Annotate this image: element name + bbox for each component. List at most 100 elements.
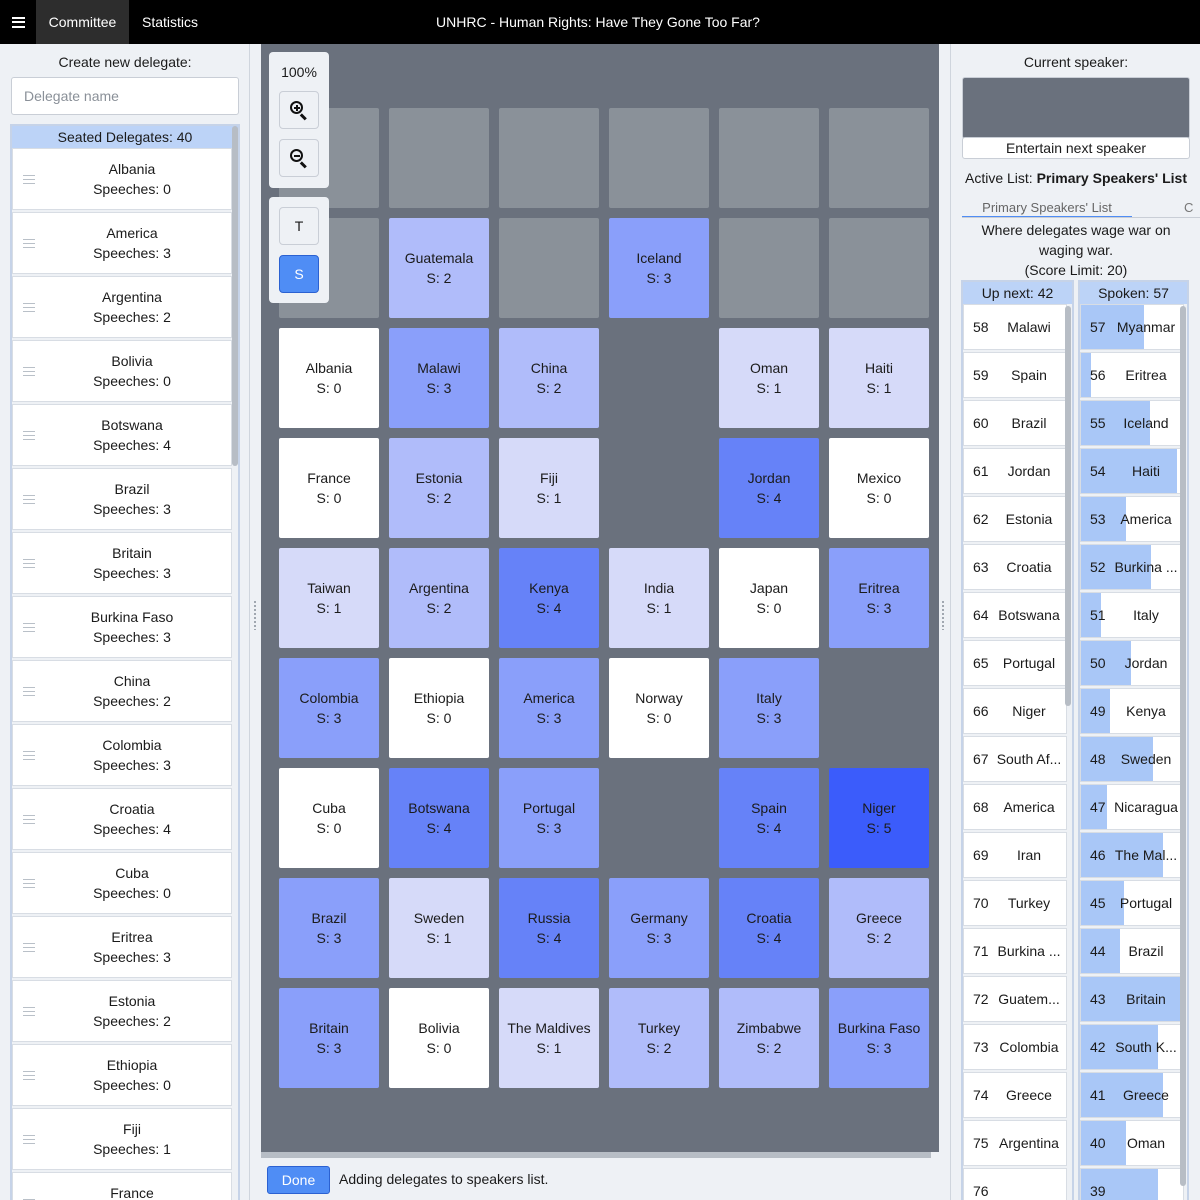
seated-list-scrollbar[interactable] — [232, 126, 238, 466]
seat-card[interactable]: Sweden S: 1 — [389, 878, 489, 978]
drag-handle-icon[interactable] — [23, 367, 35, 376]
seat-card[interactable]: Russia S: 4 — [499, 878, 599, 978]
spoken-item[interactable]: 46 The Mal... — [1080, 832, 1184, 878]
delegate-name-input[interactable] — [11, 77, 239, 115]
up-next-scrollbar[interactable] — [1065, 306, 1071, 706]
zoom-out-button[interactable] — [279, 139, 319, 177]
seat-card[interactable]: Malawi S: 3 — [389, 328, 489, 428]
spoken-item[interactable]: 49 Kenya — [1080, 688, 1184, 734]
up-next-item[interactable]: 65 Portugal — [963, 640, 1067, 686]
seat-card[interactable]: Jordan S: 4 — [719, 438, 819, 538]
seat-card[interactable]: Haiti S: 1 — [829, 328, 929, 428]
drag-handle-icon[interactable] — [23, 815, 35, 824]
seat-card[interactable]: Germany S: 3 — [609, 878, 709, 978]
seated-delegate-item[interactable]: Botswana Speeches: 4 — [12, 404, 232, 466]
empty-seat[interactable] — [719, 218, 819, 318]
seat-card[interactable]: Colombia S: 3 — [279, 658, 379, 758]
spoken-item[interactable]: 41 Greece — [1080, 1072, 1184, 1118]
up-next-item[interactable]: 76 — [963, 1168, 1067, 1200]
empty-seat[interactable] — [719, 108, 819, 208]
drag-handle-icon[interactable] — [23, 495, 35, 504]
seat-card[interactable]: Bolivia S: 0 — [389, 988, 489, 1088]
seat-card[interactable]: America S: 3 — [499, 658, 599, 758]
seat-card[interactable]: Zimbabwe S: 2 — [719, 988, 819, 1088]
spoken-item[interactable]: 45 Portugal — [1080, 880, 1184, 926]
drag-handle-icon[interactable] — [23, 1135, 35, 1144]
seated-delegate-item[interactable]: Fiji Speeches: 1 — [12, 1108, 232, 1170]
seat-card[interactable]: Norway S: 0 — [609, 658, 709, 758]
spoken-item[interactable]: 53 America — [1080, 496, 1184, 542]
spoken-item[interactable]: 44 Brazil — [1080, 928, 1184, 974]
seated-delegate-item[interactable]: Bolivia Speeches: 0 — [12, 340, 232, 402]
spoken-item[interactable]: 57 Myanmar — [1080, 304, 1184, 350]
seating-chart-scrollbar[interactable] — [261, 1152, 931, 1158]
left-splitter-handle[interactable] — [253, 600, 257, 630]
done-button[interactable]: Done — [267, 1166, 330, 1194]
seated-delegate-item[interactable]: Eritrea Speeches: 3 — [12, 916, 232, 978]
empty-seat[interactable] — [609, 108, 709, 208]
seated-delegate-item[interactable]: Albania Speeches: 0 — [12, 148, 232, 210]
spoken-item[interactable]: 42 South K... — [1080, 1024, 1184, 1070]
mode-s-button[interactable]: S — [279, 255, 319, 293]
up-next-item[interactable]: 74 Greece — [963, 1072, 1067, 1118]
spoken-item[interactable]: 48 Sweden — [1080, 736, 1184, 782]
seat-card[interactable]: China S: 2 — [499, 328, 599, 428]
seat-card[interactable]: Burkina Faso S: 3 — [829, 988, 929, 1088]
seat-card[interactable]: Fiji S: 1 — [499, 438, 599, 538]
drag-handle-icon[interactable] — [23, 303, 35, 312]
spoken-item[interactable]: 52 Burkina ... — [1080, 544, 1184, 590]
seated-delegate-item[interactable]: China Speeches: 2 — [12, 660, 232, 722]
up-next-item[interactable]: 61 Jordan — [963, 448, 1067, 494]
up-next-item[interactable]: 62 Estonia — [963, 496, 1067, 542]
spoken-item[interactable]: 54 Haiti — [1080, 448, 1184, 494]
seat-card[interactable]: Taiwan S: 1 — [279, 548, 379, 648]
tab-committee[interactable]: Committee — [36, 0, 129, 44]
empty-seat[interactable] — [389, 108, 489, 208]
seated-delegate-item[interactable]: Ethiopia Speeches: 0 — [12, 1044, 232, 1106]
seat-card[interactable]: Mexico S: 0 — [829, 438, 929, 538]
tab-other-list[interactable]: C — [1184, 200, 1193, 215]
seat-card[interactable]: Guatemala S: 2 — [389, 218, 489, 318]
seat-card[interactable]: Japan S: 0 — [719, 548, 819, 648]
spoken-item[interactable]: 40 Oman — [1080, 1120, 1184, 1166]
spoken-item[interactable]: 39 — [1080, 1168, 1184, 1200]
right-splitter-handle[interactable] — [941, 600, 945, 630]
drag-handle-icon[interactable] — [23, 879, 35, 888]
seat-card[interactable]: Portugal S: 3 — [499, 768, 599, 868]
drag-handle-icon[interactable] — [23, 623, 35, 632]
drag-handle-icon[interactable] — [23, 1007, 35, 1016]
drag-handle-icon[interactable] — [23, 559, 35, 568]
seated-delegate-item[interactable]: Croatia Speeches: 4 — [12, 788, 232, 850]
mode-t-button[interactable]: T — [279, 207, 319, 245]
spoken-item[interactable]: 55 Iceland — [1080, 400, 1184, 446]
up-next-item[interactable]: 67 South Af... — [963, 736, 1067, 782]
drag-handle-icon[interactable] — [23, 751, 35, 760]
seated-delegate-item[interactable]: Estonia Speeches: 2 — [12, 980, 232, 1042]
up-next-item[interactable]: 69 Iran — [963, 832, 1067, 878]
seat-card[interactable]: Albania S: 0 — [279, 328, 379, 428]
spoken-scrollbar[interactable] — [1180, 306, 1186, 1186]
seat-card[interactable]: Estonia S: 2 — [389, 438, 489, 538]
hamburger-menu-icon[interactable] — [0, 0, 36, 44]
seat-card[interactable]: Niger S: 5 — [829, 768, 929, 868]
up-next-item[interactable]: 63 Croatia — [963, 544, 1067, 590]
up-next-item[interactable]: 68 America — [963, 784, 1067, 830]
tab-primary-speakers-list[interactable]: Primary Speakers' List — [962, 200, 1132, 217]
up-next-item[interactable]: 70 Turkey — [963, 880, 1067, 926]
up-next-item[interactable]: 72 Guatem... — [963, 976, 1067, 1022]
up-next-item[interactable]: 60 Brazil — [963, 400, 1067, 446]
seat-card[interactable]: Cuba S: 0 — [279, 768, 379, 868]
drag-handle-icon[interactable] — [23, 1071, 35, 1080]
drag-handle-icon[interactable] — [23, 239, 35, 248]
spoken-item[interactable]: 47 Nicaragua — [1080, 784, 1184, 830]
seated-delegate-item[interactable]: Burkina Faso Speeches: 3 — [12, 596, 232, 658]
seat-card[interactable]: Britain S: 3 — [279, 988, 379, 1088]
seat-card[interactable]: Kenya S: 4 — [499, 548, 599, 648]
spoken-item[interactable]: 51 Italy — [1080, 592, 1184, 638]
spoken-item[interactable]: 43 Britain — [1080, 976, 1184, 1022]
seat-card[interactable]: Croatia S: 4 — [719, 878, 819, 978]
up-next-item[interactable]: 71 Burkina ... — [963, 928, 1067, 974]
drag-handle-icon[interactable] — [23, 687, 35, 696]
empty-seat[interactable] — [499, 218, 599, 318]
seat-card[interactable]: Botswana S: 4 — [389, 768, 489, 868]
